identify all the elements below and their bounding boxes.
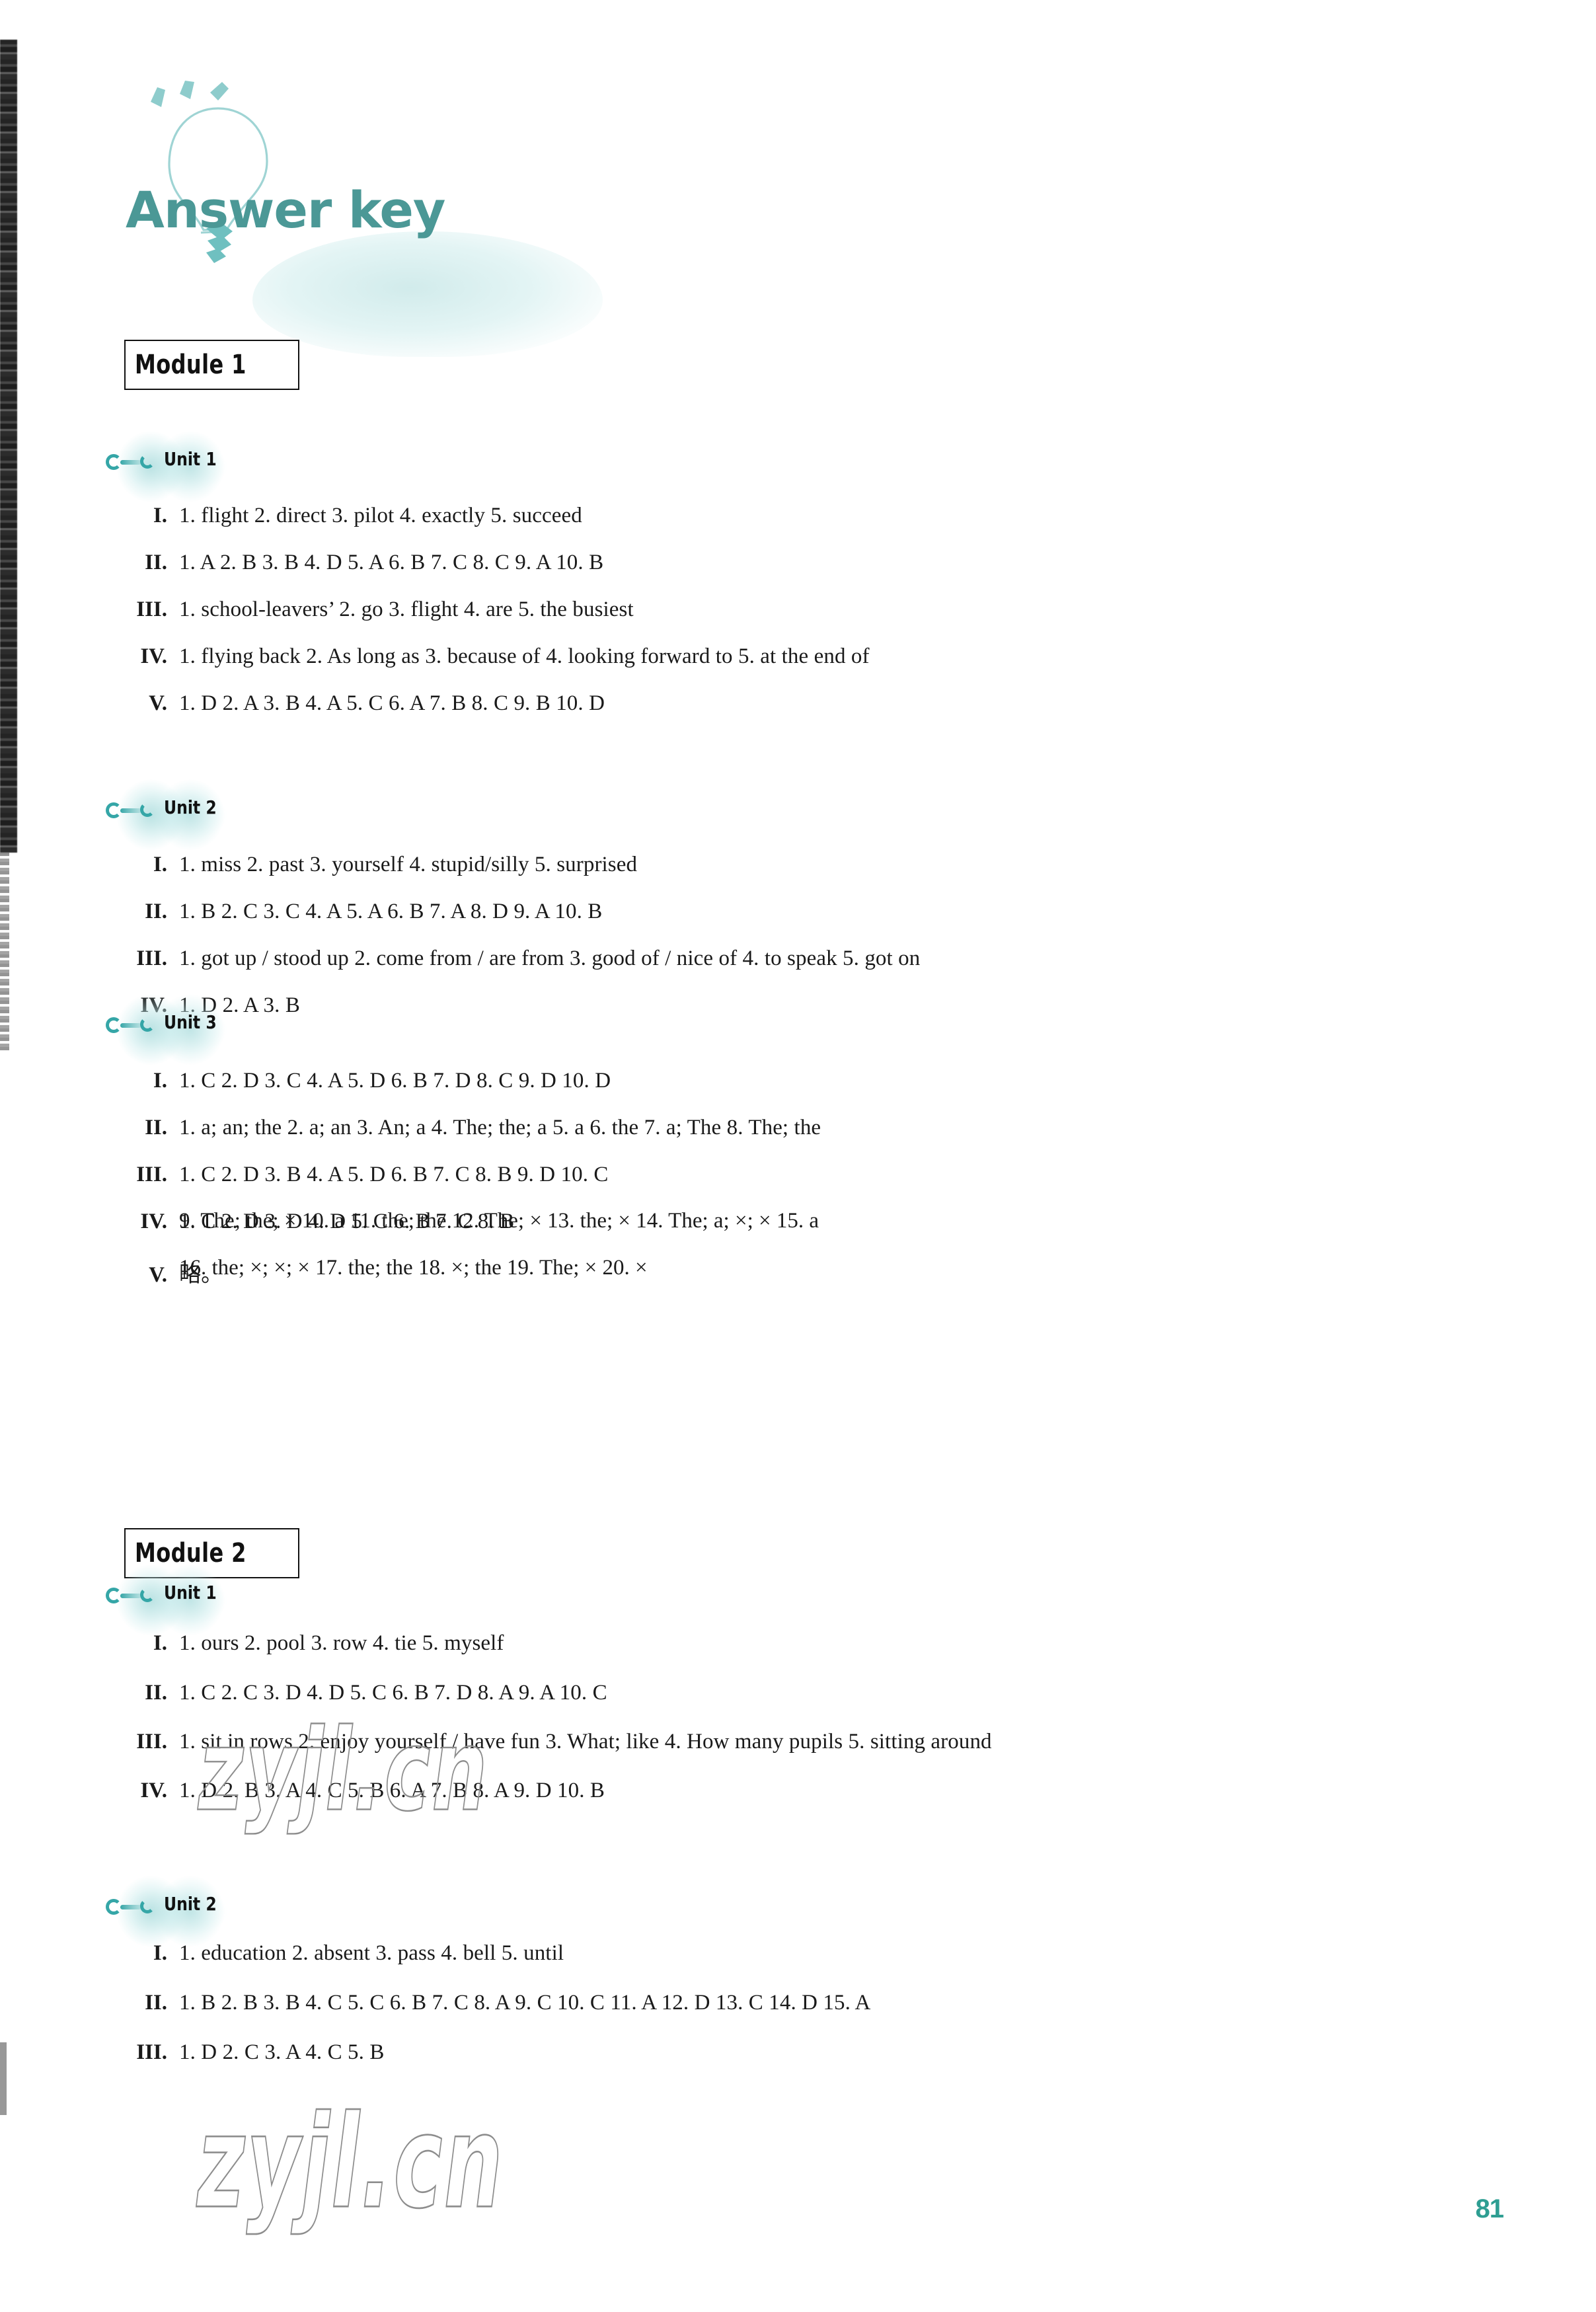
scan-edge-artifact <box>0 40 17 853</box>
answer-row-answers: 1. A 2. B 3. B 4. D 5. A 6. B 7. C 8. C … <box>179 551 604 574</box>
answer-row: III. 1. got up / stood up 2. come from / … <box>116 946 920 971</box>
answer-row-answers: 1. C 2. D 3. D 4. D 5. C 6. B 7. C 8. B <box>179 1210 515 1233</box>
crescent-icon-b <box>140 1899 155 1913</box>
answer-row-answers: 1. a; an; the 2. a; an 3. An; a 4. The; … <box>179 1116 821 1139</box>
answer-row-numeral: I. <box>153 853 167 876</box>
answer-row-numeral: V. <box>149 1263 167 1287</box>
answer-row-answers: 1. ours 2. pool 3. row 4. tie 5. myself <box>179 1631 504 1655</box>
unit-heading-label: Unit 2 <box>164 796 217 818</box>
crescent-icon-b <box>140 802 155 817</box>
crescent-tail-icon <box>120 1023 141 1028</box>
answer-row-answers: 略。 <box>179 1263 223 1287</box>
answer-row-numeral: I. <box>153 1069 167 1093</box>
answer-row: II. 1. A 2. B 3. B 4. D 5. A 6. B 7. C 8.… <box>116 551 603 575</box>
scan-edge-artifact-3 <box>0 2042 7 2115</box>
answer-row-numeral: II. <box>145 551 167 574</box>
module-heading-label: Module 1 <box>135 350 247 380</box>
answer-row-answers: 1. flying back 2. As long as 3. because … <box>179 644 870 668</box>
watermark-middle: zyjl.cn <box>198 1703 489 1837</box>
answer-row-numeral: IV. <box>140 1779 167 1802</box>
answer-row-answers: 1. D 2. A 3. B 4. A 5. C 6. A 7. B 8. C … <box>179 691 605 715</box>
answer-row-numeral: IV. <box>140 644 167 668</box>
answer-row: II. 1. C 2. C 3. D 4. D 5. C 6. B 7. D 8.… <box>116 1681 607 1705</box>
crescent-icon-b <box>140 1588 155 1602</box>
answer-row-numeral: II. <box>145 900 167 923</box>
answer-row-answers: 1. school-leavers’ 2. go 3. flight 4. ar… <box>179 597 634 621</box>
answer-row-answers: 1. C 2. D 3. B 4. A 5. D 6. B 7. C 8. B … <box>179 1163 609 1186</box>
answer-row: I. 1. education 2. absent 3. pass 4. bell… <box>116 1941 564 1966</box>
answer-row-numeral: I. <box>153 1941 167 1965</box>
answer-row: I. 1. ours 2. pool 3. row 4. tie 5. mysel… <box>116 1631 504 1656</box>
answer-row-numeral: III. <box>136 597 167 621</box>
answer-row-numeral: II. <box>145 1991 167 2015</box>
answer-row-numeral: III. <box>136 946 167 970</box>
answer-row: II. 1. B 2. C 3. C 4. A 5. A 6. B 7. A 8.… <box>116 900 602 924</box>
lightbulb-icon <box>151 81 268 263</box>
answer-row-numeral: III. <box>136 1163 167 1186</box>
crescent-tail-icon <box>120 1594 141 1598</box>
answer-row: II. 1. B 2. B 3. B 4. C 5. C 6. B 7. C 8.… <box>116 1991 870 2015</box>
crescent-icon-b <box>140 1017 155 1032</box>
answer-row-numeral: V. <box>149 691 167 715</box>
answer-row: II. 1. a; an; the 2. a; an 3. An; a 4. Th… <box>116 1116 821 1140</box>
crescent-tail-icon <box>120 1905 141 1909</box>
scan-edge-artifact-2 <box>0 853 9 1051</box>
answer-row-numeral: I. <box>153 1631 167 1655</box>
answer-row-numeral: II. <box>145 1681 167 1705</box>
answer-row: V. 略。 <box>116 1256 223 1288</box>
answer-row-answers: 1. B 2. B 3. B 4. C 5. C 6. B 7. C 8. A … <box>179 1991 871 2015</box>
crescent-icon-a <box>106 454 122 470</box>
crescent-icon-a <box>106 1899 122 1915</box>
answer-row-numeral: IV. <box>140 1210 167 1233</box>
crescent-icon-a <box>106 802 122 818</box>
crescent-icon-b <box>140 454 155 469</box>
answer-row: III. 1. D 2. C 3. A 4. C 5. B <box>116 2040 384 2065</box>
answer-row-numeral: III. <box>136 1730 167 1753</box>
crescent-tail-icon <box>120 460 141 465</box>
answer-row-numeral: I. <box>153 504 167 527</box>
answer-row-answers: 1. C 2. D 3. C 4. A 5. D 6. B 7. D 8. C … <box>179 1069 611 1093</box>
answer-row: IV. 1. C 2. D 3. D 4. D 5. C 6. B 7. C 8.… <box>116 1210 514 1234</box>
unit-heading-label: Unit 1 <box>164 448 217 470</box>
unit-heading-label: Unit 3 <box>164 1011 217 1033</box>
answer-row: IV. 1. flying back 2. As long as 3. becau… <box>116 644 870 669</box>
answer-row-answers: 1. D 2. C 3. A 4. C 5. B <box>179 2040 385 2064</box>
page-title: Answer key <box>126 180 445 239</box>
crescent-icon-a <box>106 1017 122 1033</box>
answer-row: III. 1. C 2. D 3. B 4. A 5. D 6. B 7. C 8… <box>116 1163 609 1187</box>
page-header: Answer key <box>99 79 603 357</box>
answer-row: I. 1. flight 2. direct 3. pilot 4. exactl… <box>116 504 582 528</box>
answer-row-answers: 1. sit in rows 2. enjoy yourself / have … <box>179 1730 992 1753</box>
answer-row: I. 1. miss 2. past 3. yourself 4. stupid/… <box>116 853 637 877</box>
answer-row-answers: 1. got up / stood up 2. come from / are … <box>179 946 921 970</box>
answer-row: V. 1. D 2. A 3. B 4. A 5. C 6. A 7. B 8. … <box>116 691 605 716</box>
answer-row-answers: 1. B 2. C 3. C 4. A 5. A 6. B 7. A 8. D … <box>179 900 603 923</box>
answer-row-numeral: III. <box>136 2040 167 2064</box>
watermark-bottom: zyjl.cn <box>196 2088 504 2238</box>
crescent-icon-a <box>106 1588 122 1603</box>
answer-row: III. 1. sit in rows 2. enjoy yourself / h… <box>116 1730 992 1754</box>
answer-row: III. 1. school-leavers’ 2. go 3. flight 4… <box>116 597 634 622</box>
module-heading: Module 1 <box>124 340 299 390</box>
unit-heading-label: Unit 1 <box>164 1582 217 1603</box>
answer-row-answers: 1. miss 2. past 3. yourself 4. stupid/si… <box>179 853 638 876</box>
page-number: 81 <box>1475 2194 1504 2223</box>
crescent-tail-icon <box>120 808 141 813</box>
answer-row-answers: 1. D 2. B 3. A 4. C 5. B 6. A 7. B 8. A … <box>179 1779 605 1802</box>
answer-row-answers: 1. education 2. absent 3. pass 4. bell 5… <box>179 1941 564 1965</box>
unit-heading-label: Unit 2 <box>164 1893 217 1915</box>
answer-row: IV. 1. D 2. B 3. A 4. C 5. B 6. A 7. B 8.… <box>116 1779 605 1803</box>
answer-row: I. 1. C 2. D 3. C 4. A 5. D 6. B 7. D 8. … <box>116 1069 611 1093</box>
answer-row-answers: 1. C 2. C 3. D 4. D 5. C 6. B 7. D 8. A … <box>179 1681 607 1705</box>
answer-row-numeral: II. <box>145 1116 167 1139</box>
answer-row-answers: 1. flight 2. direct 3. pilot 4. exactly … <box>179 504 582 527</box>
